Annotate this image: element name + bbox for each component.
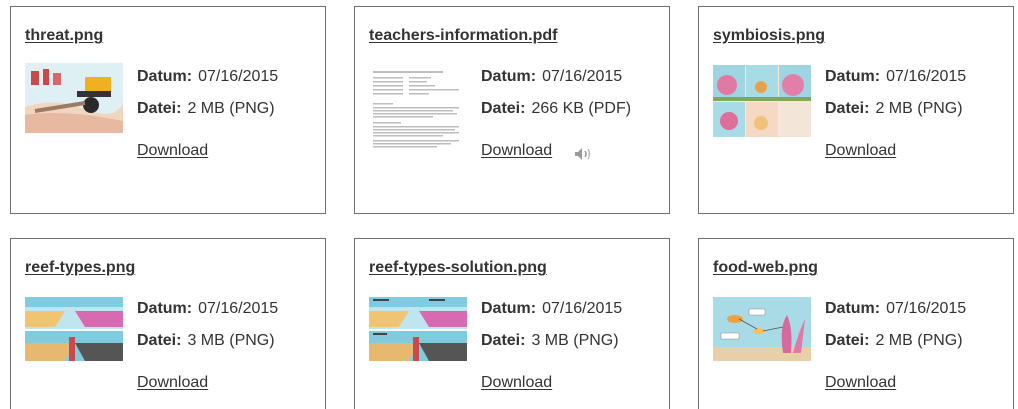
date-value: 07/16/2015 xyxy=(886,68,967,85)
reef-types-thumbnail[interactable] xyxy=(25,297,123,361)
date-value: 07/16/2015 xyxy=(542,68,623,85)
date-row: Datum: 07/16/2015 xyxy=(137,68,279,85)
date-value: 07/16/2015 xyxy=(198,68,279,85)
date-row: Datum: 07/16/2015 xyxy=(481,68,623,85)
size-value: 3 MB (PNG) xyxy=(187,332,275,349)
size-row: Datei: 3 MB (PNG) xyxy=(481,332,619,349)
threat-thumbnail[interactable] xyxy=(25,63,123,133)
file-card-symbiosis: symbiosis.png Datum: 07/16/2015 Datei: 2 M… xyxy=(698,6,1014,214)
speaker-icon[interactable] xyxy=(573,146,593,162)
file-card-teachers-information: teachers-information.pdf Datum: 07/16/20… xyxy=(354,6,670,214)
size-value: 2 MB (PNG) xyxy=(875,332,963,349)
date-row: Datum: 07/16/2015 xyxy=(137,300,279,317)
size-value: 2 MB (PNG) xyxy=(875,100,963,117)
date-row: Datum: 07/16/2015 xyxy=(825,300,967,317)
date-value: 07/16/2015 xyxy=(886,300,967,317)
document-thumbnail[interactable] xyxy=(369,67,467,155)
size-value: 3 MB (PNG) xyxy=(531,332,619,349)
file-card-reef-types: reef-types.png Datum: 07/16/2015 Datei: 3 … xyxy=(10,238,326,409)
file-title-link[interactable]: teachers-information.pdf xyxy=(369,27,557,45)
date-value: 07/16/2015 xyxy=(542,300,623,317)
file-title-link[interactable]: symbiosis.png xyxy=(713,27,825,45)
file-title-link[interactable]: reef-types.png xyxy=(25,259,135,277)
download-link[interactable]: Download xyxy=(825,374,896,392)
download-link[interactable]: Download xyxy=(481,142,552,160)
file-card-food-web: food-web.png Datum: 07/16/2015 Datei: 2 MB… xyxy=(698,238,1014,409)
date-row: Datum: 07/16/2015 xyxy=(481,300,623,317)
date-value: 07/16/2015 xyxy=(198,300,279,317)
size-row: Datei: 3 MB (PNG) xyxy=(137,332,275,349)
size-value: 2 MB (PNG) xyxy=(187,100,275,117)
file-title-link[interactable]: threat.png xyxy=(25,27,103,45)
date-row: Datum: 07/16/2015 xyxy=(825,68,967,85)
size-value: 266 KB (PDF) xyxy=(531,100,632,117)
file-card-reef-types-solution: reef-types-solution.png Datum: 07/16/2015… xyxy=(354,238,670,409)
symbiosis-thumbnail[interactable] xyxy=(713,65,811,137)
download-link[interactable]: Download xyxy=(481,374,552,392)
file-title-link[interactable]: food-web.png xyxy=(713,259,818,277)
size-row: Datei: 2 MB (PNG) xyxy=(825,100,963,117)
reef-types-solution-thumbnail[interactable] xyxy=(369,297,467,361)
download-link[interactable]: Download xyxy=(825,142,896,160)
size-row: Datei: 2 MB (PNG) xyxy=(137,100,275,117)
file-title-link[interactable]: reef-types-solution.png xyxy=(369,259,547,277)
food-web-thumbnail[interactable] xyxy=(713,297,811,361)
size-row: Datei: 266 KB (PDF) xyxy=(481,100,632,117)
size-row: Datei: 2 MB (PNG) xyxy=(825,332,963,349)
file-card-threat: threat.png Datum: 07/16/2015 Datei: 2 MB (… xyxy=(10,6,326,214)
download-link[interactable]: Download xyxy=(137,374,208,392)
download-link[interactable]: Download xyxy=(137,142,208,160)
